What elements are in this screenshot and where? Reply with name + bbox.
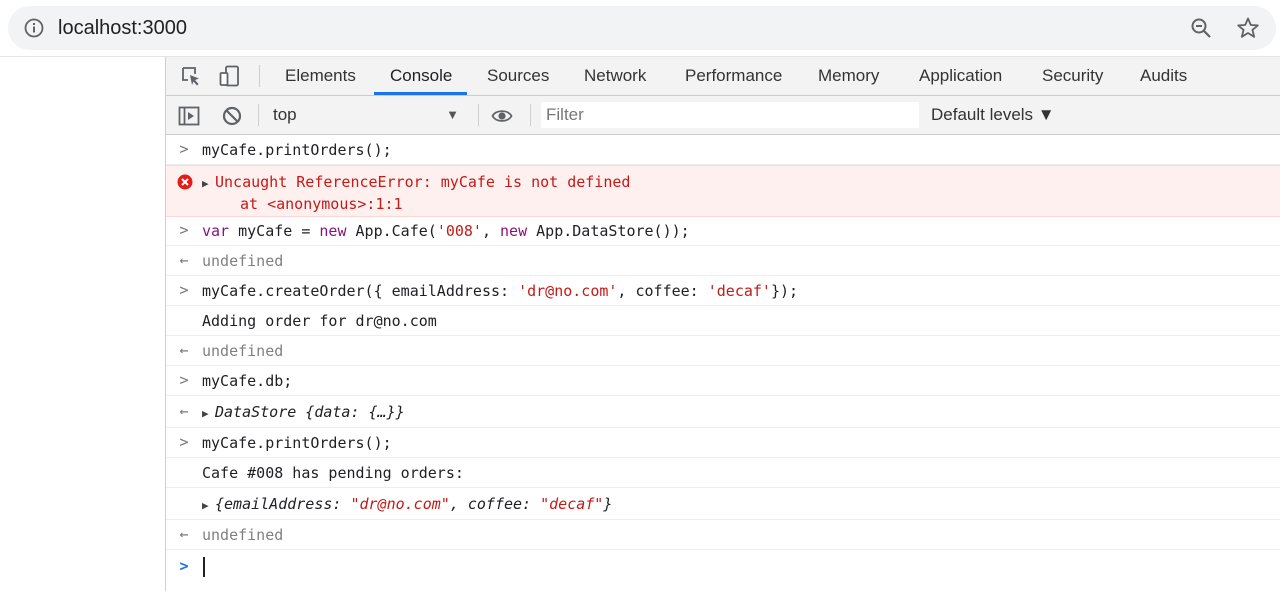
tab-performance[interactable]: Performance	[685, 57, 782, 95]
result-value: undefined	[202, 526, 284, 544]
object-preview[interactable]: ▶ {emailAddress: "dr@no.com", coffee: "de…	[202, 494, 612, 516]
object-preview[interactable]: ▶ DataStore {data: {…}}	[202, 402, 405, 424]
expand-triangle-icon[interactable]: ▶	[202, 174, 215, 194]
browser-toolbar: localhost:3000	[0, 0, 1280, 57]
input-prompt-icon: >	[179, 140, 189, 158]
show-sidebar-icon[interactable]	[178, 105, 200, 127]
tab-sources[interactable]: Sources	[487, 57, 549, 95]
live-expression-eye-icon[interactable]	[491, 105, 513, 127]
console-input-row: > myCafe.printOrders();	[166, 428, 1280, 458]
toolbar-separator	[530, 104, 531, 126]
error-stack[interactable]: at <anonymous>:1:1	[240, 194, 403, 214]
console-log-row: Cafe #008 has pending orders:	[166, 458, 1280, 488]
page-viewport	[0, 57, 166, 591]
console-result-row: ← undefined	[166, 246, 1280, 276]
dropdown-arrow-icon: ▼	[446, 107, 459, 122]
result-arrow-icon: ←	[179, 251, 189, 269]
error-message[interactable]: ▶ Uncaught ReferenceError: myCafe is not …	[202, 172, 630, 194]
toolbar-separator	[478, 104, 479, 126]
console-result-row: ← undefined	[166, 336, 1280, 366]
input-prompt-icon: >	[179, 433, 189, 451]
console-toolbar: top ▼ Default levels ▼	[166, 96, 1280, 135]
result-arrow-icon: ←	[179, 341, 189, 359]
text-cursor	[203, 557, 205, 577]
log-levels-dropdown[interactable]: Default levels ▼	[931, 96, 1055, 134]
device-toolbar-icon[interactable]	[219, 65, 241, 87]
result-value: undefined	[202, 252, 284, 270]
url-text[interactable]: localhost:3000	[58, 17, 187, 39]
context-selector[interactable]: top ▼	[263, 96, 467, 134]
tab-application[interactable]: Application	[919, 57, 1002, 95]
tab-audits[interactable]: Audits	[1140, 57, 1187, 95]
input-code: myCafe.db;	[202, 372, 293, 390]
expand-triangle-icon[interactable]: ▶	[202, 404, 215, 424]
input-code: myCafe.createOrder({ emailAddress: 'dr@n…	[202, 282, 799, 300]
tab-network[interactable]: Network	[584, 57, 646, 95]
console-log-row: Adding order for dr@no.com	[166, 306, 1280, 336]
console-result-row: ← ▶ DataStore {data: {…}}	[166, 396, 1280, 428]
console-log-row: ▶ {emailAddress: "dr@no.com", coffee: "de…	[166, 488, 1280, 520]
tab-memory[interactable]: Memory	[818, 57, 879, 95]
zoom-icon[interactable]	[1190, 17, 1212, 39]
console-input-row: > var myCafe = new App.Cafe('008', new A…	[166, 216, 1280, 246]
inspect-element-icon[interactable]	[180, 65, 202, 87]
tab-elements[interactable]: Elements	[285, 57, 356, 95]
input-prompt-icon: >	[179, 281, 189, 299]
address-bar[interactable]: localhost:3000	[8, 6, 1276, 50]
active-tab-indicator	[374, 92, 467, 95]
toolbar-separator	[258, 104, 259, 126]
context-value: top	[273, 105, 297, 124]
clear-console-icon[interactable]	[221, 105, 243, 127]
tab-console[interactable]: Console	[390, 57, 452, 95]
result-value: undefined	[202, 342, 284, 360]
input-prompt-icon: >	[179, 221, 189, 239]
input-code: myCafe.printOrders();	[202, 141, 392, 159]
devtools-tabbar: Elements Console Sources Network Perform…	[166, 57, 1280, 96]
console-input-row: > myCafe.createOrder({ emailAddress: 'dr…	[166, 276, 1280, 306]
filter-input[interactable]	[541, 102, 919, 128]
result-arrow-icon: ←	[179, 402, 189, 420]
input-prompt-icon: >	[179, 371, 189, 389]
star-icon[interactable]	[1236, 16, 1260, 40]
console-input-row: > myCafe.printOrders();	[166, 135, 1280, 165]
info-icon[interactable]	[24, 18, 44, 38]
toolbar-separator	[259, 65, 260, 87]
error-icon	[177, 174, 193, 190]
console-result-row: ← undefined	[166, 520, 1280, 550]
console-prompt[interactable]: >	[166, 550, 1280, 584]
log-message: Adding order for dr@no.com	[202, 312, 437, 330]
input-code: myCafe.printOrders();	[202, 434, 392, 452]
expand-triangle-icon[interactable]: ▶	[202, 496, 215, 516]
console-error-row: ▶ Uncaught ReferenceError: myCafe is not …	[166, 165, 1280, 217]
prompt-chevron-icon: >	[179, 557, 189, 575]
devtools-panel: Elements Console Sources Network Perform…	[166, 57, 1280, 591]
result-arrow-icon: ←	[179, 525, 189, 543]
log-message: Cafe #008 has pending orders:	[202, 464, 464, 482]
input-code: var myCafe = new App.Cafe('008', new App…	[202, 222, 690, 240]
console-input-row: > myCafe.db;	[166, 366, 1280, 396]
tab-security[interactable]: Security	[1042, 57, 1103, 95]
